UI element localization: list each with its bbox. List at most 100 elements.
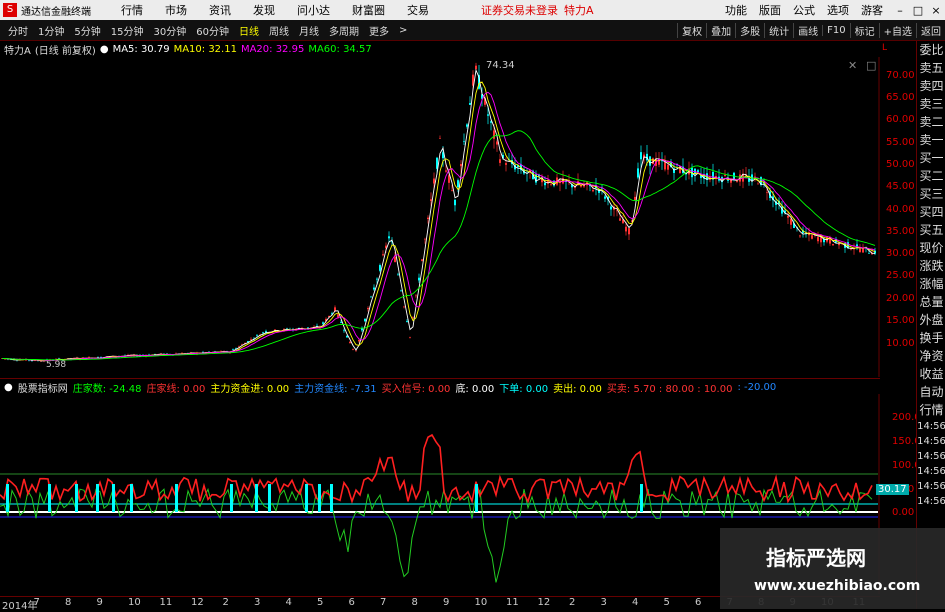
side-item[interactable]: 14:56 <box>917 479 945 494</box>
indicator-name[interactable]: 股票指标网 <box>18 380 68 395</box>
period-15min[interactable]: 15分钟 <box>111 23 144 38</box>
side-item[interactable]: 收益 <box>917 365 945 383</box>
menu-shichang[interactable]: 市场 <box>165 2 187 18</box>
tool-huaxian[interactable]: 画线 <box>793 22 822 38</box>
ma5-value: MA5: 30.79 <box>112 43 170 55</box>
tool-fanhui[interactable]: 返回 <box>916 22 945 38</box>
maximize-icon[interactable]: □ <box>909 4 927 17</box>
side-item[interactable]: 卖三 <box>917 95 945 113</box>
side-item[interactable]: 买一 <box>917 149 945 167</box>
menu-banmian[interactable]: 版面 <box>759 2 781 18</box>
menu-gongshi[interactable]: 公式 <box>793 2 815 18</box>
candle-body <box>430 199 432 201</box>
candle-body <box>619 218 621 221</box>
signal-bar <box>268 484 271 512</box>
period-monthly[interactable]: 月线 <box>299 23 319 38</box>
tool-biaoji[interactable]: 标记 <box>849 22 879 38</box>
x-tick-label: 4 <box>285 597 292 608</box>
x-tick-label: 6 <box>695 597 702 608</box>
candle-body <box>364 318 366 322</box>
candle-body <box>337 314 339 317</box>
chevron-right-icon[interactable]: > <box>399 25 407 36</box>
candle-body <box>412 316 414 318</box>
period-more[interactable]: 更多 <box>369 23 389 38</box>
maimai-value: 买卖: 5.70 : 80.00 : 10.00 <box>606 383 733 395</box>
tool-tongji[interactable]: 统计 <box>764 22 793 38</box>
pin-icon[interactable]: □ <box>866 59 876 72</box>
signal-bar <box>255 484 258 512</box>
candle-body <box>433 178 435 184</box>
menu-jiaoyi[interactable]: 交易 <box>407 2 429 18</box>
period-1min[interactable]: 1分钟 <box>38 23 64 38</box>
side-item[interactable]: 14:56 <box>917 449 945 464</box>
period-30min[interactable]: 30分钟 <box>153 23 186 38</box>
side-item[interactable]: 委比 <box>917 41 945 59</box>
side-item[interactable]: 14:56 <box>917 494 945 509</box>
settings-corner-icon[interactable]: ✕ <box>848 59 857 72</box>
candle-body <box>340 322 342 324</box>
side-item[interactable]: 净资 <box>917 347 945 365</box>
side-item[interactable]: 涨幅 <box>917 275 945 293</box>
menu-guest[interactable]: 游客 <box>861 2 883 18</box>
tool-diejia[interactable]: 叠加 <box>706 22 735 38</box>
candle-body <box>250 339 252 340</box>
y-tick: 65.00 <box>886 92 915 103</box>
side-item[interactable]: 14:56 <box>917 434 945 449</box>
signal-bar <box>175 484 178 512</box>
menu-gongneng[interactable]: 功能 <box>725 2 747 18</box>
menu-wenxiaoda[interactable]: 问小达 <box>297 2 330 18</box>
side-item[interactable]: 买四 <box>917 203 945 221</box>
side-item[interactable]: 现价 <box>917 239 945 257</box>
side-item[interactable]: 总量 <box>917 293 945 311</box>
period-60min[interactable]: 60分钟 <box>196 23 229 38</box>
menu-zixun[interactable]: 资讯 <box>209 2 231 18</box>
side-item[interactable]: 买五 <box>917 221 945 239</box>
period-fenshi[interactable]: 分时 <box>8 23 28 38</box>
close-icon[interactable]: × <box>927 4 945 17</box>
x-tick-label: 10 <box>128 597 141 608</box>
side-item[interactable]: 买三 <box>917 185 945 203</box>
period-weekly[interactable]: 周线 <box>269 23 289 38</box>
side-item[interactable]: 14:56 <box>917 464 945 479</box>
price-high-label: 74.34 <box>486 60 515 71</box>
watermark-banner: 指标严选网 www.xuezhibiao.com <box>720 528 945 609</box>
side-item[interactable]: 卖二 <box>917 113 945 131</box>
menu-caifuquan[interactable]: 财富圈 <box>352 2 385 18</box>
tool-zixuan[interactable]: +自选 <box>878 22 916 38</box>
menu-xuanxiang[interactable]: 选项 <box>827 2 849 18</box>
side-item[interactable]: 换手 <box>917 329 945 347</box>
menu-hangqing[interactable]: 行情 <box>121 2 143 18</box>
candle-body <box>379 265 381 271</box>
tool-f10[interactable]: F10 <box>822 24 849 36</box>
side-item[interactable]: 卖四 <box>917 77 945 95</box>
side-item[interactable]: 自动 <box>917 383 945 401</box>
x-tick-label: 12 <box>537 597 551 608</box>
y-tick: 60.00 <box>886 114 915 125</box>
side-item[interactable]: 外盘 <box>917 311 945 329</box>
ma-infobar: 特力A (日线 前复权) ● MA5: 30.79 MA10: 32.11 MA… <box>0 41 376 57</box>
candle-body <box>610 206 612 210</box>
side-item[interactable]: 卖五 <box>917 59 945 77</box>
side-item[interactable]: 买二 <box>917 167 945 185</box>
tool-duogu[interactable]: 多股 <box>735 22 764 38</box>
side-item[interactable]: 卖一 <box>917 131 945 149</box>
period-daily[interactable]: 日线 <box>239 23 259 38</box>
side-item[interactable]: 行情 <box>917 401 945 419</box>
login-status[interactable]: 证券交易未登录 <box>481 2 558 18</box>
x-tick-label: 7 <box>380 597 387 608</box>
indicator-settings-icon[interactable]: ● <box>4 382 13 393</box>
menu-faxian[interactable]: 发现 <box>253 2 275 18</box>
candle-body <box>262 332 264 334</box>
ma-settings-icon[interactable]: ● <box>100 44 109 55</box>
period-multi[interactable]: 多周期 <box>329 23 359 38</box>
minimize-icon[interactable]: – <box>891 4 909 17</box>
kline-chart[interactable]: 74.34 5.98 ✕ □ <box>0 57 880 377</box>
period-5min[interactable]: 5分钟 <box>74 23 100 38</box>
side-item[interactable]: 14:56 <box>917 419 945 434</box>
side-item[interactable]: 涨跌 <box>917 257 945 275</box>
tool-fuquan[interactable]: 复权 <box>677 22 706 38</box>
x-tick-label: 2014年 <box>2 601 38 612</box>
signal-bar <box>640 484 643 512</box>
chart-mode: (日线 前复权) <box>34 45 96 57</box>
candle-body <box>454 199 456 206</box>
